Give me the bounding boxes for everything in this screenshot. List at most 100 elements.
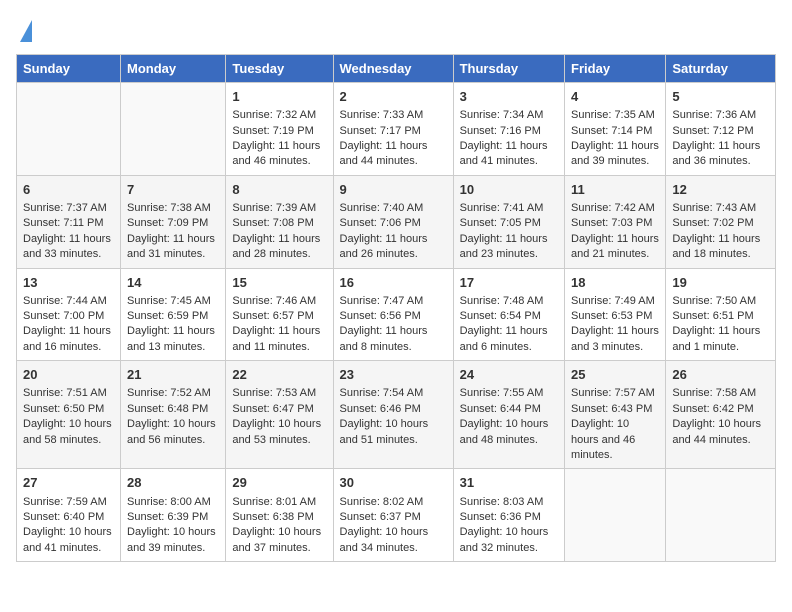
day-number: 27: [23, 474, 114, 492]
day-cell: 20 Sunrise: 7:51 AM Sunset: 6:50 PM Dayli…: [17, 361, 121, 469]
day-number: 22: [232, 366, 326, 384]
day-info: Sunrise: 7:37 AM Sunset: 7:11 PM Dayligh…: [23, 202, 111, 260]
day-cell: 22 Sunrise: 7:53 AM Sunset: 6:47 PM Dayli…: [226, 361, 333, 469]
day-cell: [666, 469, 776, 562]
day-number: 19: [672, 274, 769, 292]
day-cell: 7 Sunrise: 7:38 AM Sunset: 7:09 PM Daylig…: [121, 175, 226, 268]
day-number: 13: [23, 274, 114, 292]
day-info: Sunrise: 7:36 AM Sunset: 7:12 PM Dayligh…: [672, 109, 760, 167]
day-cell: 9 Sunrise: 7:40 AM Sunset: 7:06 PM Daylig…: [333, 175, 453, 268]
day-cell: 4 Sunrise: 7:35 AM Sunset: 7:14 PM Daylig…: [565, 83, 666, 176]
week-row-2: 6 Sunrise: 7:37 AM Sunset: 7:11 PM Daylig…: [17, 175, 776, 268]
day-cell: [17, 83, 121, 176]
day-info: Sunrise: 7:47 AM Sunset: 6:56 PM Dayligh…: [340, 295, 428, 353]
day-cell: 24 Sunrise: 7:55 AM Sunset: 6:44 PM Dayli…: [453, 361, 564, 469]
day-info: Sunrise: 7:49 AM Sunset: 6:53 PM Dayligh…: [571, 295, 659, 353]
header-friday: Friday: [565, 55, 666, 83]
day-info: Sunrise: 7:32 AM Sunset: 7:19 PM Dayligh…: [232, 109, 320, 167]
header-monday: Monday: [121, 55, 226, 83]
day-info: Sunrise: 7:59 AM Sunset: 6:40 PM Dayligh…: [23, 496, 112, 554]
day-cell: 13 Sunrise: 7:44 AM Sunset: 7:00 PM Dayli…: [17, 268, 121, 361]
day-info: Sunrise: 7:44 AM Sunset: 7:00 PM Dayligh…: [23, 295, 111, 353]
day-number: 15: [232, 274, 326, 292]
header-wednesday: Wednesday: [333, 55, 453, 83]
day-cell: 18 Sunrise: 7:49 AM Sunset: 6:53 PM Dayli…: [565, 268, 666, 361]
day-info: Sunrise: 8:01 AM Sunset: 6:38 PM Dayligh…: [232, 496, 321, 554]
day-info: Sunrise: 7:55 AM Sunset: 6:44 PM Dayligh…: [460, 387, 549, 445]
week-row-5: 27 Sunrise: 7:59 AM Sunset: 6:40 PM Dayli…: [17, 469, 776, 562]
day-info: Sunrise: 7:48 AM Sunset: 6:54 PM Dayligh…: [460, 295, 548, 353]
day-number: 11: [571, 181, 659, 199]
day-cell: 21Sunrise: 7:52 AM Sunset: 6:48 PM Dayli…: [121, 361, 226, 469]
logo: [16, 16, 32, 42]
header-tuesday: Tuesday: [226, 55, 333, 83]
day-cell: 8 Sunrise: 7:39 AM Sunset: 7:08 PM Daylig…: [226, 175, 333, 268]
day-info: Sunrise: 7:46 AM Sunset: 6:57 PM Dayligh…: [232, 295, 320, 353]
day-info: Sunrise: 7:42 AM Sunset: 7:03 PM Dayligh…: [571, 202, 659, 260]
day-cell: 12Sunrise: 7:43 AM Sunset: 7:02 PM Dayli…: [666, 175, 776, 268]
day-info: Sunrise: 7:34 AM Sunset: 7:16 PM Dayligh…: [460, 109, 548, 167]
day-number: 7: [127, 181, 219, 199]
day-cell: 5 Sunrise: 7:36 AM Sunset: 7:12 PM Daylig…: [666, 83, 776, 176]
day-number: 6: [23, 181, 114, 199]
day-cell: 14Sunrise: 7:45 AM Sunset: 6:59 PM Dayli…: [121, 268, 226, 361]
day-info: Sunrise: 7:40 AM Sunset: 7:06 PM Dayligh…: [340, 202, 428, 260]
day-number: 10: [460, 181, 558, 199]
day-info: Sunrise: 7:54 AM Sunset: 6:46 PM Dayligh…: [340, 387, 429, 445]
week-row-1: 1 Sunrise: 7:32 AM Sunset: 7:19 PM Daylig…: [17, 83, 776, 176]
week-row-4: 20 Sunrise: 7:51 AM Sunset: 6:50 PM Dayli…: [17, 361, 776, 469]
day-number: 14: [127, 274, 219, 292]
day-number: 26: [672, 366, 769, 384]
day-info: Sunrise: 7:35 AM Sunset: 7:14 PM Dayligh…: [571, 109, 659, 167]
day-number: 8: [232, 181, 326, 199]
day-info: Sunrise: 7:50 AM Sunset: 6:51 PM Dayligh…: [672, 295, 760, 353]
day-cell: 30 Sunrise: 8:02 AM Sunset: 6:37 PM Dayli…: [333, 469, 453, 562]
day-number: 3: [460, 88, 558, 106]
day-number: 5: [672, 88, 769, 106]
day-number: 9: [340, 181, 447, 199]
day-number: 4: [571, 88, 659, 106]
day-info: Sunrise: 7:51 AM Sunset: 6:50 PM Dayligh…: [23, 387, 112, 445]
page-header: [16, 16, 776, 42]
day-info: Sunrise: 8:03 AM Sunset: 6:36 PM Dayligh…: [460, 496, 549, 554]
day-number: 30: [340, 474, 447, 492]
day-cell: 11 Sunrise: 7:42 AM Sunset: 7:03 PM Dayli…: [565, 175, 666, 268]
day-number: 16: [340, 274, 447, 292]
week-row-3: 13 Sunrise: 7:44 AM Sunset: 7:00 PM Dayli…: [17, 268, 776, 361]
day-number: 2: [340, 88, 447, 106]
day-number: 1: [232, 88, 326, 106]
day-number: 29: [232, 474, 326, 492]
day-cell: 27 Sunrise: 7:59 AM Sunset: 6:40 PM Dayli…: [17, 469, 121, 562]
day-cell: 19 Sunrise: 7:50 AM Sunset: 6:51 PM Dayli…: [666, 268, 776, 361]
day-cell: 28 Sunrise: 8:00 AM Sunset: 6:39 PM Dayli…: [121, 469, 226, 562]
header-thursday: Thursday: [453, 55, 564, 83]
day-cell: 16 Sunrise: 7:47 AM Sunset: 6:56 PM Dayli…: [333, 268, 453, 361]
day-cell: 10 Sunrise: 7:41 AM Sunset: 7:05 PM Dayli…: [453, 175, 564, 268]
day-cell: 23Sunrise: 7:54 AM Sunset: 6:46 PM Dayli…: [333, 361, 453, 469]
day-number: 28: [127, 474, 219, 492]
day-info: Sunrise: 7:38 AM Sunset: 7:09 PM Dayligh…: [127, 202, 215, 260]
day-cell: 31 Sunrise: 8:03 AM Sunset: 6:36 PM Dayli…: [453, 469, 564, 562]
day-cell: 3 Sunrise: 7:34 AM Sunset: 7:16 PM Daylig…: [453, 83, 564, 176]
day-number: 25: [571, 366, 659, 384]
day-info: Sunrise: 7:39 AM Sunset: 7:08 PM Dayligh…: [232, 202, 320, 260]
logo-icon: [20, 20, 32, 42]
day-cell: [121, 83, 226, 176]
day-info: Sunrise: 7:41 AM Sunset: 7:05 PM Dayligh…: [460, 202, 548, 260]
day-info: Sunrise: 8:00 AM Sunset: 6:39 PM Dayligh…: [127, 496, 216, 554]
day-info: Sunrise: 7:57 AM Sunset: 6:43 PM Dayligh…: [571, 387, 655, 461]
day-info: Sunrise: 7:53 AM Sunset: 6:47 PM Dayligh…: [232, 387, 321, 445]
day-cell: 15 Sunrise: 7:46 AM Sunset: 6:57 PM Dayli…: [226, 268, 333, 361]
day-number: 18: [571, 274, 659, 292]
day-info: Sunrise: 7:33 AM Sunset: 7:17 PM Dayligh…: [340, 109, 428, 167]
day-info: Sunrise: 7:58 AM Sunset: 6:42 PM Dayligh…: [672, 387, 761, 445]
day-number: 21: [127, 366, 219, 384]
day-number: 24: [460, 366, 558, 384]
day-number: 31: [460, 474, 558, 492]
day-info: Sunrise: 7:43 AM Sunset: 7:02 PM Dayligh…: [672, 202, 760, 260]
day-number: 20: [23, 366, 114, 384]
day-cell: 17 Sunrise: 7:48 AM Sunset: 6:54 PM Dayli…: [453, 268, 564, 361]
day-number: 17: [460, 274, 558, 292]
day-info: Sunrise: 8:02 AM Sunset: 6:37 PM Dayligh…: [340, 496, 429, 554]
day-cell: 1 Sunrise: 7:32 AM Sunset: 7:19 PM Daylig…: [226, 83, 333, 176]
